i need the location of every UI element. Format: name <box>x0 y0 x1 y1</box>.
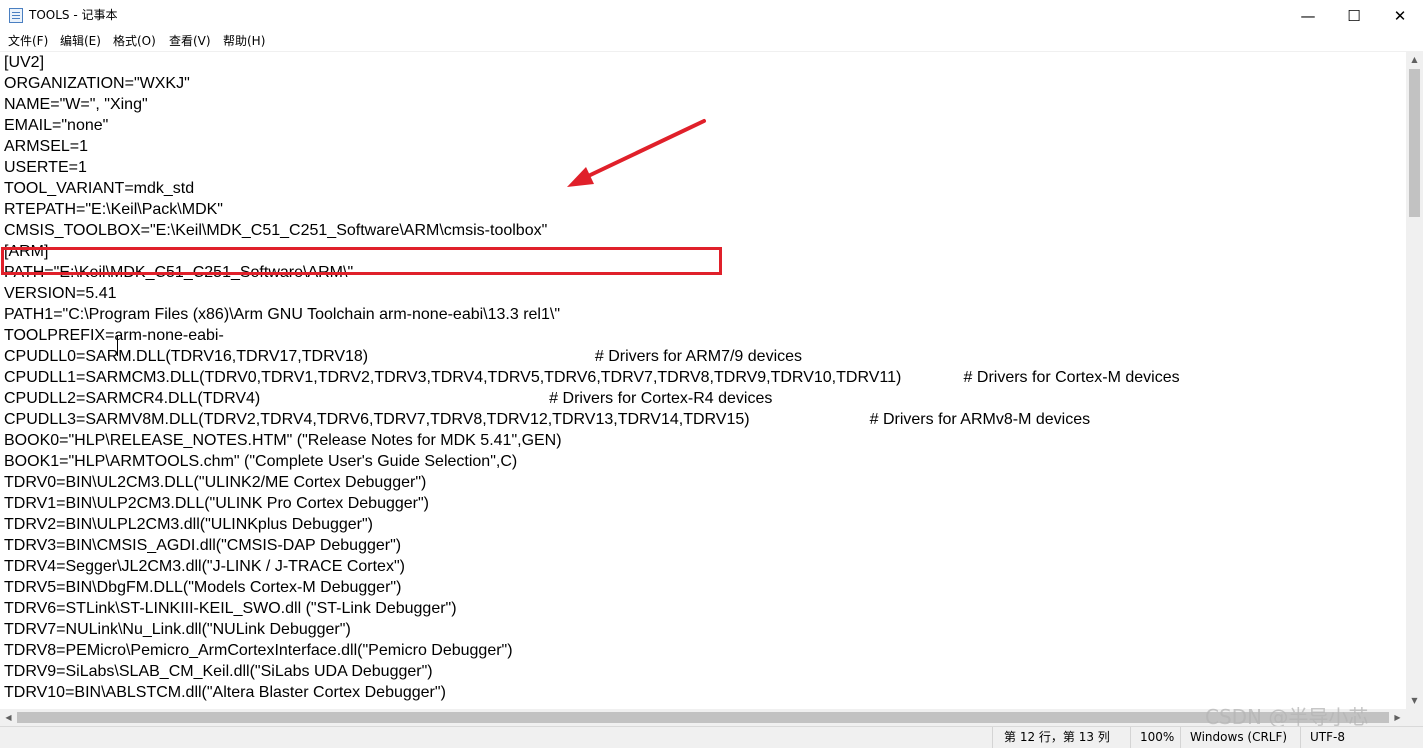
text-caret <box>117 336 118 356</box>
annotation-arrow-icon <box>567 119 706 187</box>
line-ending: Windows (CRLF) <box>1190 730 1288 744</box>
text-line: TDRV8=PEMicro\Pemicro_ArmCortexInterface… <box>4 642 513 659</box>
scroll-down-icon[interactable]: ▼ <box>1406 692 1423 709</box>
text-line: TDRV7=NULink\Nu_Link.dll("NULink Debugge… <box>4 621 351 638</box>
minimize-button[interactable]: — <box>1285 0 1331 31</box>
close-button[interactable]: ✕ <box>1377 0 1423 31</box>
text-line: CPUDLL1=SARMCM3.DLL(TDRV0,TDRV1,TDRV2,TD… <box>4 369 1180 386</box>
text-line: CPUDLL0=SARM.DLL(TDRV16,TDRV17,TDRV18) #… <box>4 348 803 365</box>
horizontal-scroll-thumb[interactable] <box>17 712 1389 723</box>
scroll-left-icon[interactable]: ◀ <box>0 709 17 726</box>
text-line: VERSION=5.41 <box>4 285 117 302</box>
zoom-level: 100% <box>1140 730 1175 744</box>
title-bar[interactable]: TOOLS - 记事本 — ☐ ✕ <box>0 0 1423 31</box>
vertical-scrollbar[interactable]: ▲ ▼ <box>1406 51 1423 709</box>
text-line: TDRV0=BIN\UL2CM3.DLL("ULINK2/ME Cortex D… <box>4 474 427 491</box>
status-bar: 第 12 行，第 13 列 100% Windows (CRLF) UTF-8 <box>0 726 1423 748</box>
text-line: TDRV1=BIN\ULP2CM3.DLL("ULINK Pro Cortex … <box>4 495 429 512</box>
text-line: CPUDLL3=SARMV8M.DLL(TDRV2,TDRV4,TDRV6,TD… <box>4 411 1091 428</box>
text-line: TDRV10=BIN\ABLSTCM.dll("Altera Blaster C… <box>4 684 446 701</box>
text-line: BOOK0="HLP\RELEASE_NOTES.HTM" ("Release … <box>4 432 562 449</box>
text-line: TOOLPREFIX=arm-none-eabi- <box>4 327 224 344</box>
text-line: TDRV2=BIN\ULPL2CM3.dll("ULINKplus Debugg… <box>4 516 373 533</box>
menu-format[interactable]: 格式(O) <box>113 33 156 49</box>
scroll-up-icon[interactable]: ▲ <box>1406 51 1423 68</box>
vertical-scroll-thumb[interactable] <box>1409 69 1420 217</box>
status-separator <box>992 727 993 748</box>
text-editor[interactable]: [UV2] ORGANIZATION="WXKJ" NAME="W=", "Xing… <box>0 51 1406 710</box>
text-line: TDRV4=Segger\JL2CM3.dll("J-LINK / J-TRAC… <box>4 558 405 575</box>
text-line: TDRV6=STLink\ST-LINKIII-KEIL_SWO.dll ("S… <box>4 600 457 617</box>
cursor-position: 第 12 行，第 13 列 <box>1004 730 1110 744</box>
menu-view[interactable]: 查看(V) <box>169 33 211 49</box>
scroll-right-icon[interactable]: ▶ <box>1389 709 1406 726</box>
menu-file[interactable]: 文件(F) <box>8 33 48 49</box>
minimize-icon: — <box>1300 6 1316 25</box>
text-line: TDRV5=BIN\DbgFM.DLL("Models Cortex-M Deb… <box>4 579 402 596</box>
encoding: UTF-8 <box>1310 730 1345 744</box>
text-line: TDRV3=BIN\CMSIS_AGDI.dll("CMSIS-DAP Debu… <box>4 537 402 554</box>
menu-edit[interactable]: 编辑(E) <box>60 33 101 49</box>
text-line: PATH1="C:\Program Files (x86)\Arm GNU To… <box>4 306 561 323</box>
menu-help[interactable]: 帮助(H) <box>223 33 265 49</box>
menu-bar: 文件(F) 编辑(E) 格式(O) 查看(V) 帮助(H) <box>0 31 1423 51</box>
text-line: CPUDLL2=SARMCR4.DLL(TDRV4) # Drivers for… <box>4 390 773 407</box>
text-line: TDRV9=SiLabs\SLAB_CM_Keil.dll("SiLabs UD… <box>4 663 433 680</box>
maximize-button[interactable]: ☐ <box>1331 0 1377 31</box>
close-icon: ✕ <box>1393 6 1407 25</box>
text-line: BOOK1="HLP\ARMTOOLS.chm" ("Complete User… <box>4 453 518 470</box>
status-separator <box>1180 727 1181 748</box>
horizontal-scrollbar[interactable]: ◀ ▶ <box>0 709 1406 726</box>
status-separator <box>1130 727 1131 748</box>
notepad-icon <box>9 8 23 23</box>
window-title: TOOLS - 记事本 <box>29 8 118 22</box>
status-separator <box>1300 727 1301 748</box>
maximize-icon: ☐ <box>1347 6 1361 25</box>
scrollbar-corner <box>1406 709 1423 726</box>
